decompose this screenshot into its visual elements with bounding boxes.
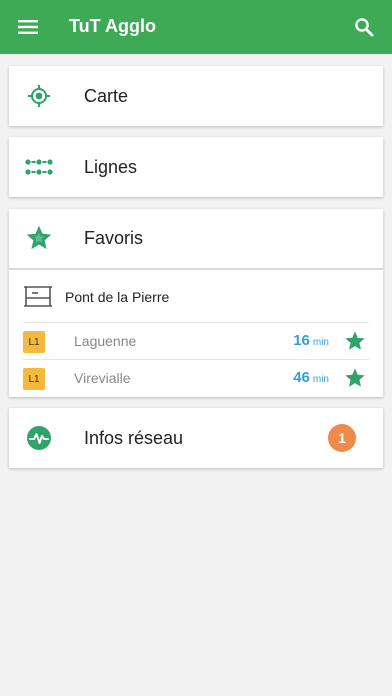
star-icon — [25, 224, 53, 252]
departure-destination: Virevialle — [74, 370, 131, 386]
lignes-label: Lignes — [84, 157, 138, 177]
departure-unit: min — [312, 374, 329, 385]
search-icon[interactable] — [350, 13, 378, 41]
hamburger-menu-icon[interactable] — [14, 15, 42, 39]
app-title: TuT Agglo — [69, 16, 156, 36]
departure-minutes: 16 — [293, 332, 310, 349]
carte-card[interactable]: Carte — [9, 66, 383, 126]
departure-destination: Laguenne — [74, 333, 137, 349]
departure-row[interactable]: L1 Virevialle 46 min — [23, 359, 369, 396]
line-badge: L1 — [23, 368, 45, 390]
favorite-stop[interactable]: Pont de la Pierre — [9, 270, 383, 322]
favorite-star-icon[interactable] — [343, 366, 367, 390]
favorite-star-icon[interactable] — [343, 329, 367, 353]
bus-lines-icon — [25, 153, 53, 181]
network-pulse-icon — [25, 424, 53, 452]
line-badge: L1 — [23, 331, 45, 353]
infos-reseau-label: Infos réseau — [84, 428, 184, 448]
departure-row[interactable]: L1 Laguenne 16 min — [23, 322, 369, 359]
departure-unit: min — [312, 337, 329, 348]
favoris-header[interactable]: Favoris — [9, 209, 383, 268]
departure-minutes: 46 — [293, 369, 310, 386]
lignes-card[interactable]: Lignes — [9, 137, 383, 197]
notification-count-badge: 1 — [328, 424, 356, 452]
stop-name: Pont de la Pierre — [65, 289, 170, 305]
departure-time: 16 min — [293, 332, 329, 349]
favoris-label: Favoris — [84, 228, 144, 248]
bus-stop-icon — [23, 285, 53, 307]
location-target-icon — [25, 82, 53, 110]
app-bar: TuT Agglo — [0, 0, 392, 54]
carte-label: Carte — [84, 86, 129, 106]
favoris-card: Favoris Pont de la Pierre L1 Laguenne 16… — [9, 209, 383, 397]
infos-reseau-card[interactable]: Infos réseau 1 — [9, 408, 383, 468]
departure-time: 46 min — [293, 369, 329, 386]
